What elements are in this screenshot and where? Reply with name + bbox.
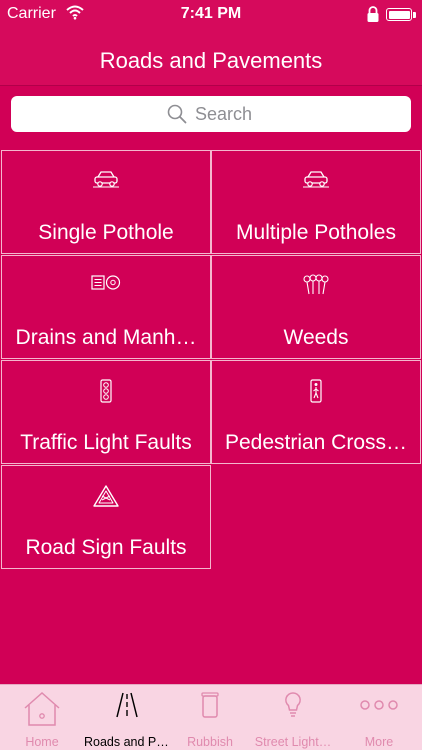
tab-label: Rubbish [187, 735, 233, 749]
bin-icon [201, 692, 219, 718]
tab-rubbish[interactable]: Rubbish [170, 685, 250, 750]
tile-weeds[interactable]: Weeds [211, 255, 421, 359]
tile-road-sign-faults[interactable]: Road Sign Faults [1, 465, 211, 569]
tile-pedestrian-crossing[interactable]: Pedestrian Cross… [211, 360, 421, 464]
tab-bar: Home Roads and Pa… Rubbish Street Light…… [0, 684, 422, 750]
search-bar [11, 96, 411, 132]
search-icon [167, 104, 187, 124]
battery-icon [386, 8, 412, 21]
tile-multiple-potholes[interactable]: Multiple Potholes [211, 150, 421, 254]
tile-traffic-light-faults[interactable]: Traffic Light Faults [1, 360, 211, 464]
tile-label: Single Pothole [38, 221, 174, 244]
battery-tip [413, 12, 416, 18]
tile-label: Road Sign Faults [25, 536, 187, 559]
tile-label: Weeds [283, 326, 349, 349]
tile-single-pothole[interactable]: Single Pothole [1, 150, 211, 254]
tile-label: Drains and Manh… [15, 326, 197, 349]
app-screen: Carrier 7:41 PM Roads and Pavements Sear… [0, 0, 422, 750]
drain-manhole-icon [91, 275, 121, 290]
tile-label: Traffic Light Faults [20, 431, 192, 454]
tab-roads-and-pavements[interactable]: Roads and Pa… [84, 685, 170, 750]
status-time: 7:41 PM [180, 5, 242, 22]
weeds-icon [303, 274, 329, 295]
car-icon [303, 171, 329, 188]
lightbulb-icon [285, 692, 301, 717]
tab-street-lights[interactable]: Street Light… [250, 685, 336, 750]
status-bar: Carrier 7:41 PM [0, 0, 422, 30]
tile-label: Multiple Potholes [236, 221, 396, 244]
tile-label: Pedestrian Cross… [224, 431, 408, 454]
orientation-lock-icon [367, 6, 379, 22]
tab-more[interactable]: More [336, 685, 422, 750]
tab-label: Roads and Pa… [84, 735, 170, 749]
battery-level [388, 10, 410, 19]
tab-label: Home [25, 735, 59, 749]
road-icon [116, 692, 138, 718]
pedestrian-signal-icon [310, 379, 322, 403]
navigation-bar: Roads and Pavements [0, 30, 422, 86]
home-icon [24, 691, 60, 726]
tile-drains-and-manholes[interactable]: Drains and Manh… [1, 255, 211, 359]
car-icon [93, 171, 119, 188]
search-input[interactable] [11, 96, 411, 132]
tab-label: Street Light… [254, 735, 332, 749]
traffic-light-icon [100, 379, 112, 403]
more-icon [360, 700, 398, 710]
road-sign-icon [93, 485, 119, 507]
page-title: Roads and Pavements [99, 48, 323, 73]
tab-label: More [364, 735, 394, 749]
tab-home[interactable]: Home [0, 685, 84, 750]
